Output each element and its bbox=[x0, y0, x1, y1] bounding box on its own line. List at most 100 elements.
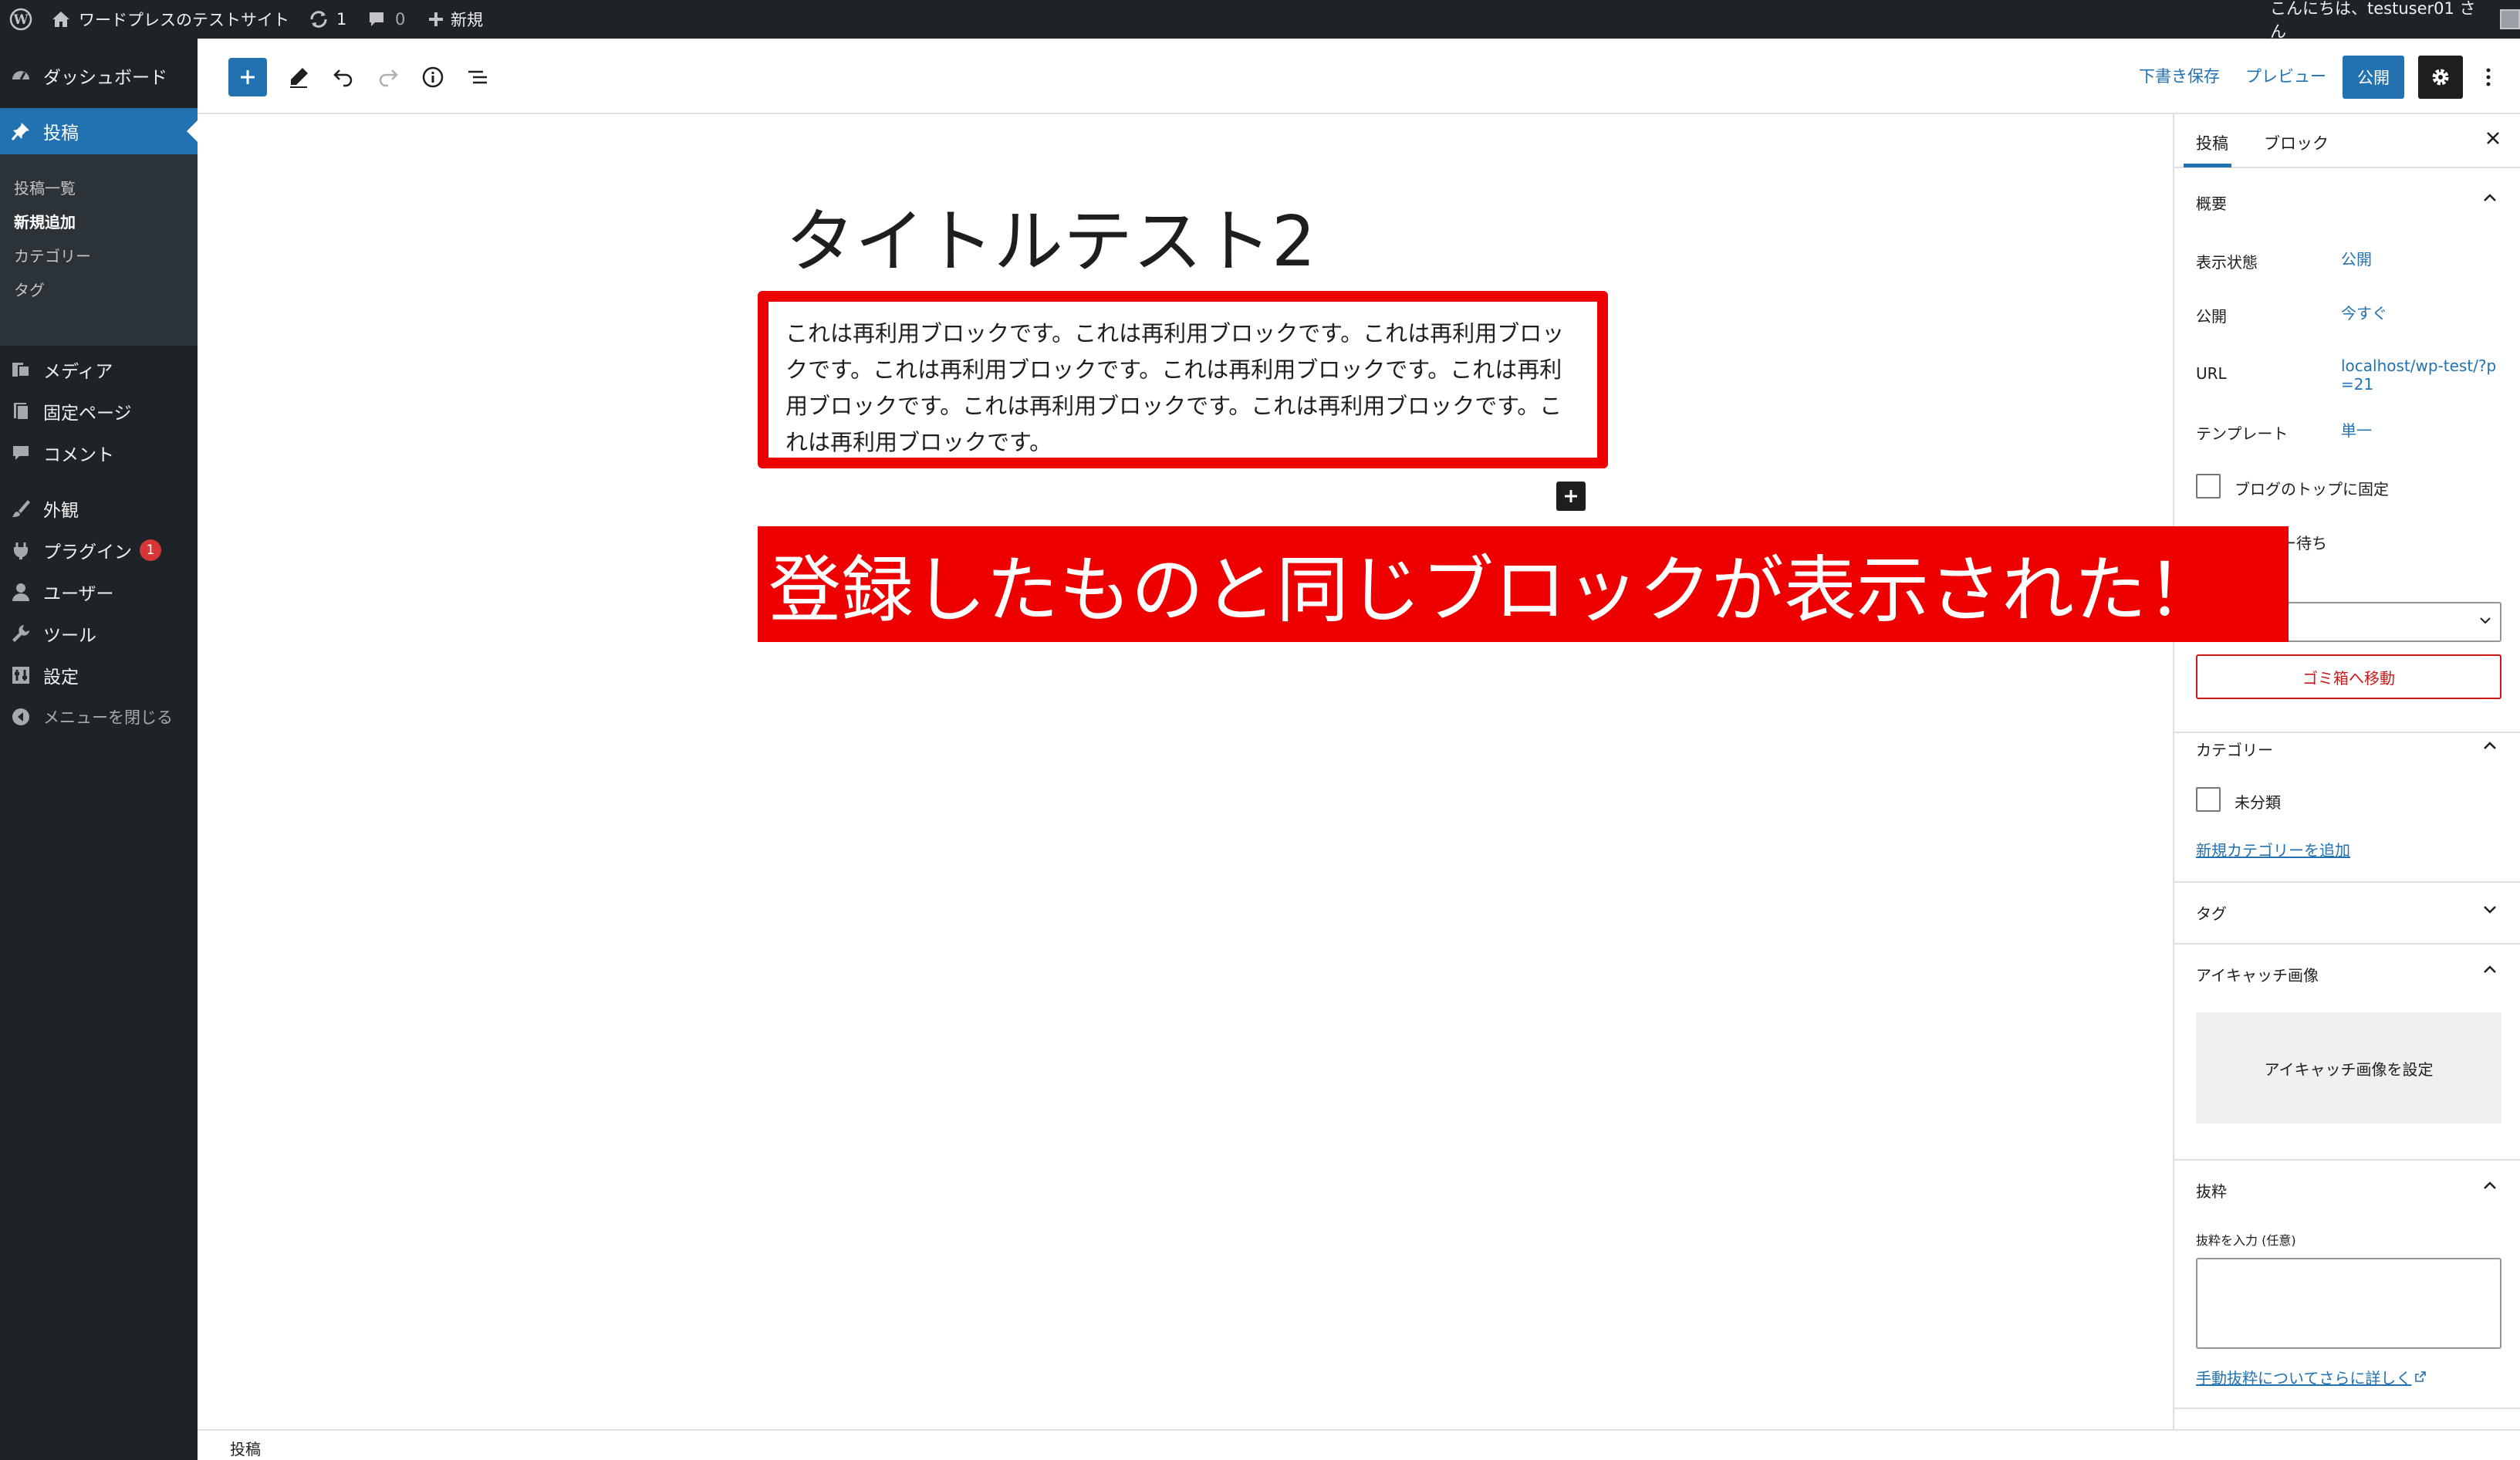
sticky-label: ブログのトップに固定 bbox=[2235, 480, 2389, 498]
menu-label: ダッシュボード bbox=[43, 68, 167, 88]
chevron-up-icon[interactable] bbox=[2481, 963, 2498, 978]
brush-icon bbox=[9, 497, 32, 520]
list-view-button[interactable] bbox=[458, 58, 497, 96]
block-inserter-button[interactable] bbox=[228, 58, 267, 96]
menu-item-pages[interactable]: 固定ページ bbox=[0, 392, 198, 431]
menu-item-comments[interactable]: コメント bbox=[0, 434, 198, 472]
menu-item-settings[interactable]: 設定 bbox=[0, 656, 198, 695]
site-name-link[interactable]: ワードプレスのテストサイト bbox=[51, 0, 289, 39]
menu-item-appearance[interactable]: 外観 bbox=[0, 489, 198, 528]
tab-post[interactable]: 投稿 bbox=[2196, 131, 2228, 154]
publish-button[interactable]: 公開 bbox=[2343, 56, 2404, 99]
collapse-menu-button[interactable]: メニューを閉じる bbox=[0, 698, 198, 736]
plugin-icon bbox=[9, 539, 32, 562]
menu-label: プラグイン bbox=[43, 542, 132, 563]
wordpress-logo-icon[interactable]: W bbox=[9, 0, 32, 39]
comments-count: 0 bbox=[395, 10, 406, 29]
menu-label: ツール bbox=[43, 626, 96, 646]
new-content-link[interactable]: 新規 bbox=[427, 0, 483, 39]
update-icon bbox=[310, 11, 327, 28]
tab-block[interactable]: ブロック bbox=[2264, 131, 2329, 154]
save-draft-button[interactable]: 下書き保存 bbox=[2139, 64, 2220, 87]
post-title[interactable]: タイトルテスト2 bbox=[785, 185, 1316, 286]
excerpt-help-link[interactable]: 手動抜粋についてさらに詳しく bbox=[2196, 1366, 2427, 1388]
url-value[interactable]: localhost/wp-test/?p=21 bbox=[2341, 357, 2503, 394]
posts-submenu: 投稿一覧 新規追加 カテゴリー タグ bbox=[0, 154, 198, 346]
info-icon bbox=[422, 66, 444, 88]
menu-item-users[interactable]: ユーザー bbox=[0, 573, 198, 611]
divider bbox=[2174, 732, 2520, 733]
add-category-link[interactable]: 新規カテゴリーを追加 bbox=[2196, 838, 2350, 860]
annotation-banner: 登録したものと同じブロックが表示された！ bbox=[758, 526, 2289, 642]
menu-item-dashboard[interactable]: ダッシュボード bbox=[0, 54, 198, 97]
chevron-down-icon[interactable] bbox=[2481, 903, 2498, 918]
menu-label: メニューを閉じる bbox=[43, 708, 173, 727]
menu-label: コメント bbox=[43, 445, 114, 465]
admin-bar: W ワードプレスのテストサイト 1 0 新規 こんにちは、testuser01 … bbox=[0, 0, 2520, 41]
undo-icon bbox=[333, 69, 353, 87]
close-icon[interactable] bbox=[2485, 130, 2501, 150]
home-icon bbox=[52, 12, 69, 27]
undo-button[interactable] bbox=[324, 58, 363, 96]
category-uncategorized-label: 未分類 bbox=[2235, 793, 2281, 812]
excerpt-textarea[interactable] bbox=[2196, 1258, 2501, 1349]
visibility-value[interactable]: 公開 bbox=[2341, 250, 2372, 269]
excerpt-help-text: 手動抜粋についてさらに詳しく bbox=[2196, 1369, 2412, 1387]
panel-featured-image-title[interactable]: アイキャッチ画像 bbox=[2196, 963, 2319, 985]
settings-icon bbox=[9, 664, 32, 687]
updates-link[interactable]: 1 bbox=[309, 0, 346, 39]
block-append-button[interactable] bbox=[1556, 482, 1586, 511]
publish-date-value[interactable]: 今すぐ bbox=[2341, 304, 2387, 323]
submenu-tags[interactable]: タグ bbox=[14, 278, 45, 300]
page-icon bbox=[9, 400, 32, 423]
reusable-block-text[interactable]: これは再利用ブロックです。これは再利用ブロックです。これは再利用ブロックです。こ… bbox=[785, 316, 1580, 461]
set-featured-image-button[interactable]: アイキャッチ画像を設定 bbox=[2196, 1012, 2501, 1124]
url-label: URL bbox=[2196, 364, 2227, 383]
chevron-down-icon bbox=[2478, 614, 2492, 629]
menu-label: 投稿 bbox=[43, 123, 79, 144]
menu-item-media[interactable]: メディア bbox=[0, 350, 198, 389]
submenu-categories[interactable]: カテゴリー bbox=[14, 244, 91, 266]
plugin-update-badge: 1 bbox=[140, 539, 161, 561]
chevron-up-icon[interactable] bbox=[2481, 739, 2498, 755]
panel-categories-title[interactable]: カテゴリー bbox=[2196, 738, 2273, 760]
settings-toggle-button[interactable] bbox=[2418, 56, 2463, 99]
editor-header: 下書き保存 プレビュー 公開 bbox=[198, 39, 2520, 114]
editor-footer: 投稿 bbox=[198, 1429, 2520, 1460]
menu-label: 設定 bbox=[43, 667, 79, 688]
redo-icon bbox=[379, 69, 398, 87]
preview-button[interactable]: プレビュー bbox=[2245, 64, 2326, 87]
redo-button[interactable] bbox=[369, 58, 407, 96]
submenu-add-new[interactable]: 新規追加 bbox=[14, 210, 76, 232]
panel-tags-title[interactable]: タグ bbox=[2196, 901, 2227, 924]
category-uncategorized-checkbox[interactable] bbox=[2196, 787, 2221, 812]
move-to-trash-button[interactable]: ゴミ箱へ移動 bbox=[2196, 654, 2501, 699]
details-button[interactable] bbox=[414, 58, 452, 96]
template-value[interactable]: 単一 bbox=[2341, 421, 2372, 440]
tools-button[interactable] bbox=[279, 58, 318, 96]
submenu-all-posts[interactable]: 投稿一覧 bbox=[14, 176, 76, 198]
wordpress-editor-screen: W ワードプレスのテストサイト 1 0 新規 こんにちは、testuser01 … bbox=[0, 0, 2520, 1460]
visibility-label: 表示状態 bbox=[2196, 253, 2258, 272]
my-account-link[interactable]: こんにちは、testuser01 さん bbox=[2270, 0, 2520, 41]
chevron-up-icon[interactable] bbox=[2481, 191, 2498, 207]
divider bbox=[2174, 881, 2520, 883]
active-tab-indicator bbox=[2184, 164, 2231, 167]
options-button[interactable] bbox=[2471, 58, 2506, 96]
sidebar-tabs: 投稿 ブロック bbox=[2174, 114, 2520, 168]
wrench-icon bbox=[9, 622, 32, 645]
menu-item-plugins[interactable]: プラグイン 1 bbox=[0, 531, 198, 569]
breadcrumb[interactable]: 投稿 bbox=[230, 1437, 261, 1459]
panel-summary-title[interactable]: 概要 bbox=[2196, 191, 2227, 214]
menu-item-tools[interactable]: ツール bbox=[0, 614, 198, 653]
panel-excerpt-title[interactable]: 抜粋 bbox=[2196, 1179, 2227, 1201]
comments-link[interactable]: 0 bbox=[367, 0, 405, 39]
menu-label: ユーザー bbox=[43, 584, 114, 604]
greeting: こんにちは、testuser01 さん bbox=[2270, 0, 2476, 41]
sticky-checkbox[interactable] bbox=[2196, 474, 2221, 498]
publish-label: 公開 bbox=[2196, 307, 2227, 326]
menu-item-posts[interactable]: 投稿 bbox=[0, 108, 198, 154]
chevron-up-icon[interactable] bbox=[2481, 1179, 2498, 1195]
updates-count: 1 bbox=[336, 10, 347, 29]
reusable-block[interactable]: これは再利用ブロックです。これは再利用ブロックです。これは再利用ブロックです。こ… bbox=[758, 291, 1608, 468]
